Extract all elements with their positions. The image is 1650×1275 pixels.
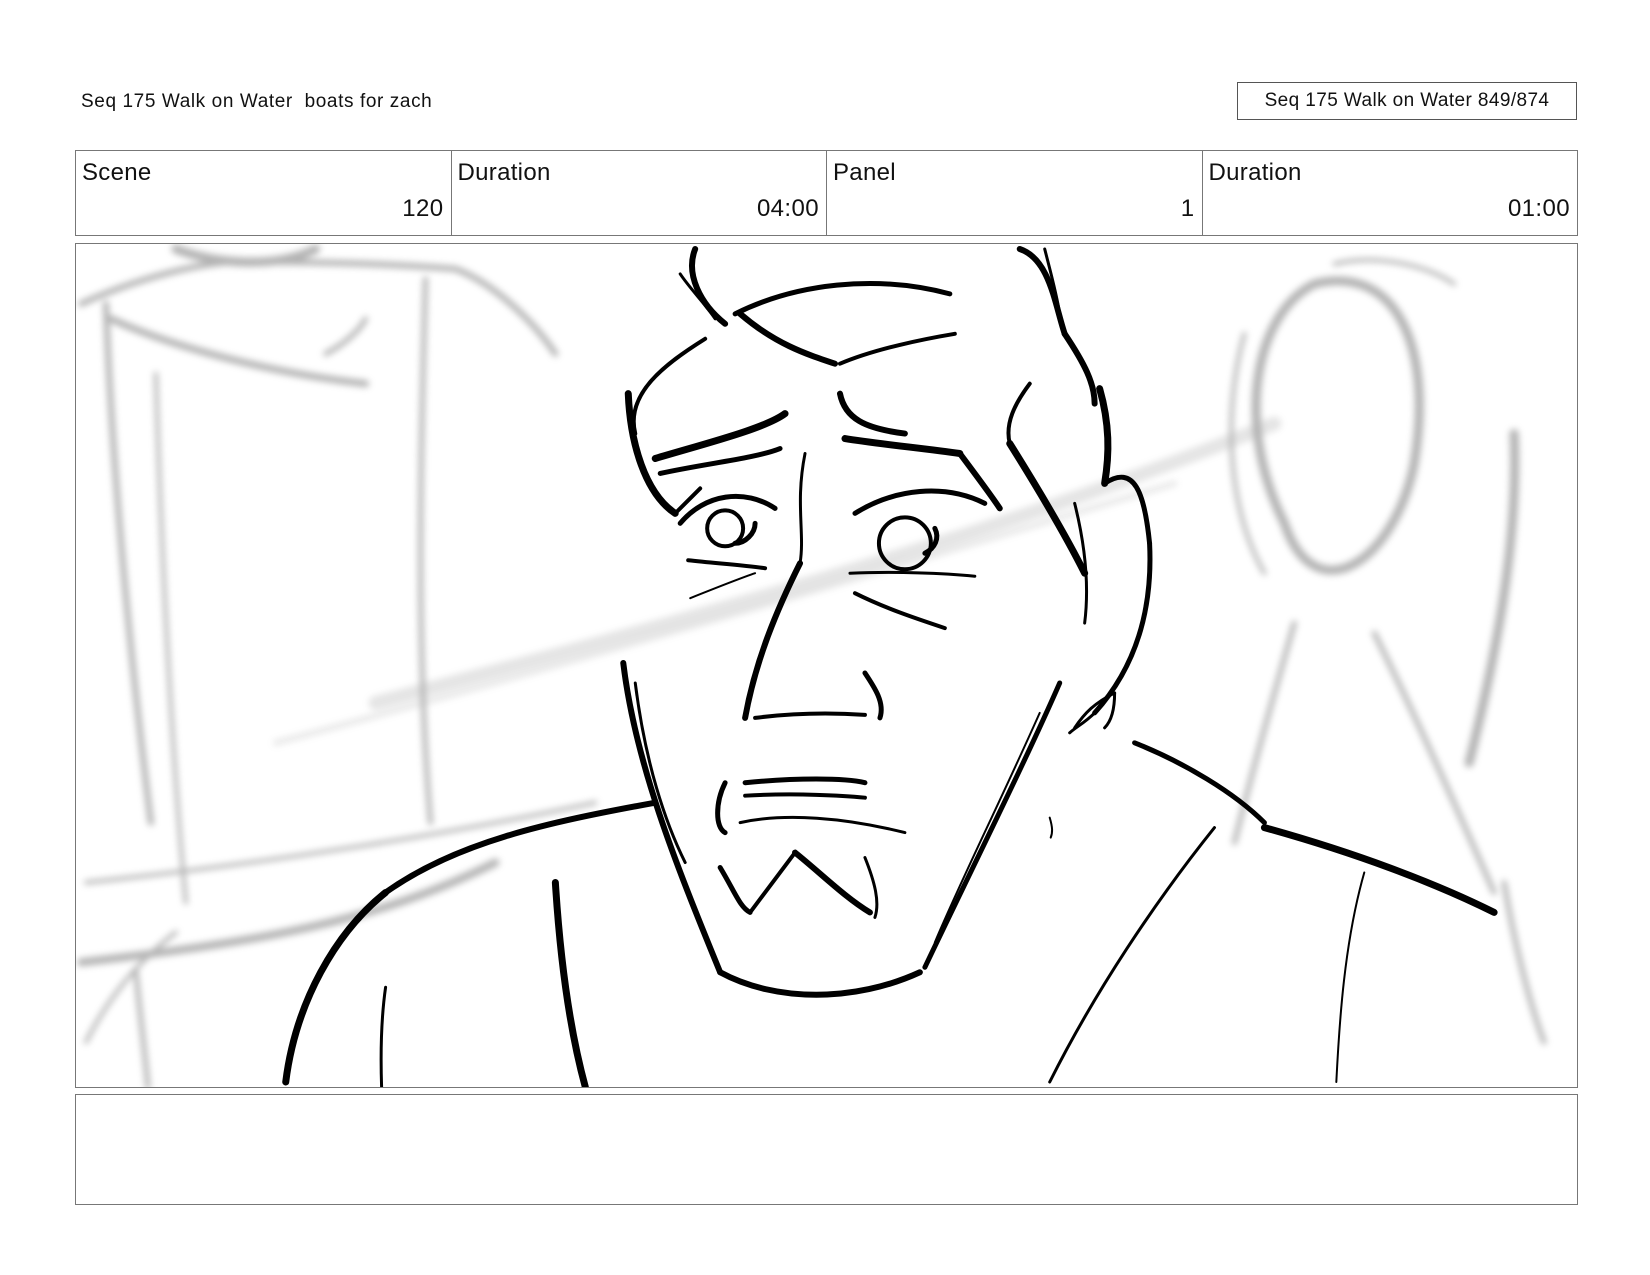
scene-value: 120 [402, 195, 444, 222]
panel-cell: Panel 1 [827, 151, 1203, 235]
storyboard-panel [75, 243, 1578, 1088]
scene-duration-value: 04:00 [756, 195, 819, 222]
panel-notes-box [75, 1094, 1578, 1205]
page-reference: Seq 175 Walk on Water 849/874 [1237, 82, 1577, 120]
scene-duration-cell: Duration 04:00 [452, 151, 827, 235]
background-sketch [76, 244, 1547, 1087]
character-sketch [282, 245, 1498, 1087]
panel-duration-cell: Duration 01:00 [1203, 151, 1578, 235]
panel-value: 1 [1180, 195, 1195, 222]
storyboard-sketch-icon [76, 244, 1547, 1087]
scene-cell: Scene 120 [76, 151, 452, 235]
scene-info-table: Scene 120 Duration 04:00 Panel 1 Duratio… [75, 150, 1578, 236]
scene-duration-label: Duration [457, 159, 551, 186]
panel-duration-label: Duration [1208, 159, 1302, 186]
sequence-title: Seq 175 Walk on Water boats for zach [81, 91, 433, 112]
panel-duration-value: 01:00 [1507, 195, 1570, 222]
scene-label: Scene [82, 159, 152, 186]
panel-label: Panel [833, 159, 896, 186]
